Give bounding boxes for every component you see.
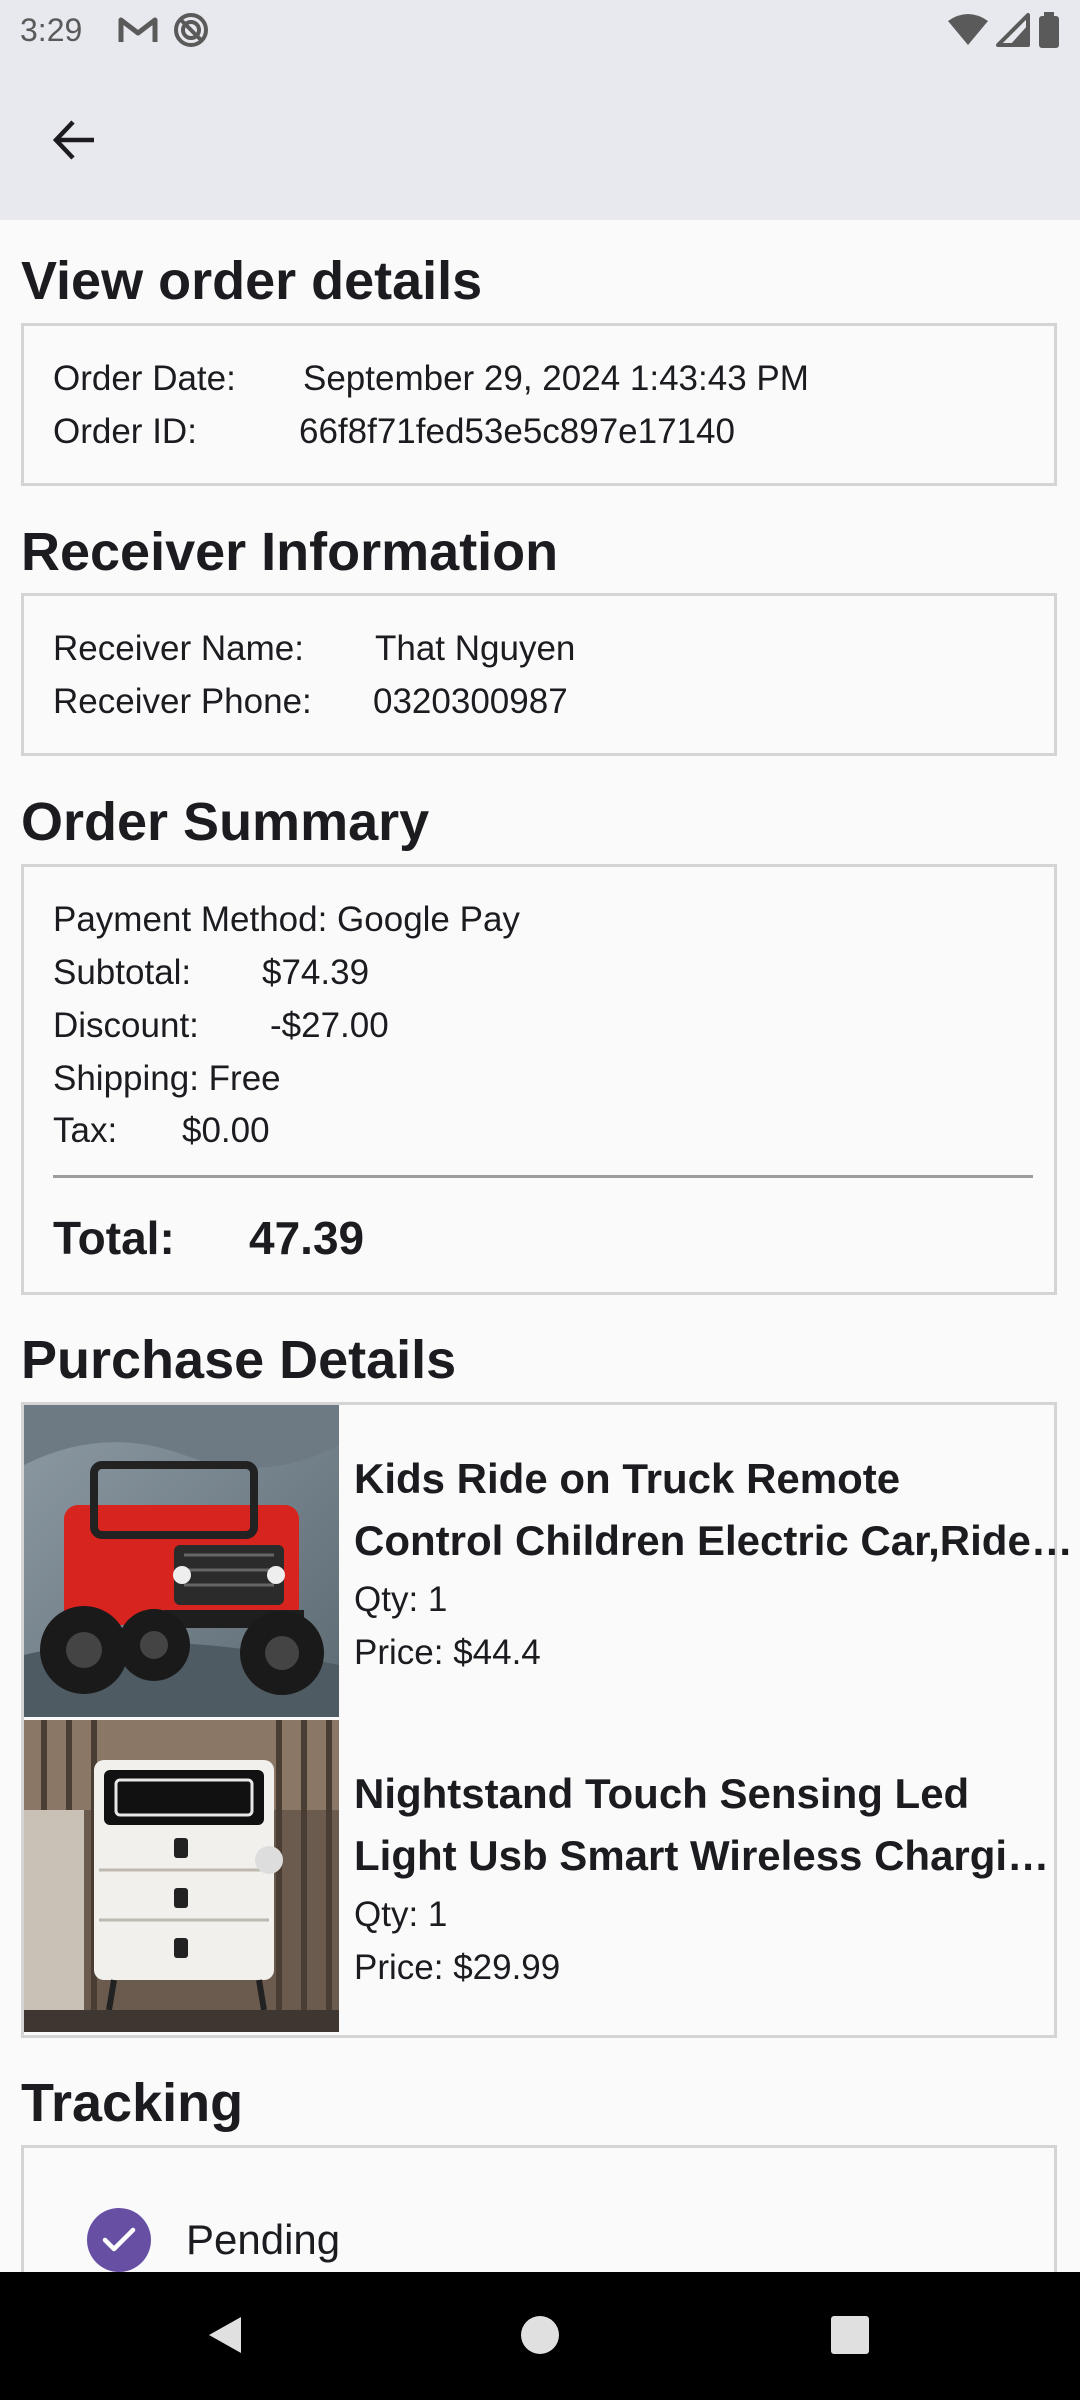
order-info-card: Order Date: September 29, 2024 1:43:43 P…	[21, 323, 1057, 486]
order-date-row: Order Date: September 29, 2024 1:43:43 P…	[53, 359, 809, 398]
nav-recents-icon	[828, 2313, 872, 2362]
order-id-row: Order ID: 66f8f71fed53e5c897e17140	[53, 412, 735, 451]
discount-value: -$27.00	[270, 1006, 389, 1045]
subtotal-value: $74.39	[262, 953, 370, 992]
product-title-line-1: Kids Ride on Truck Remote	[354, 1455, 901, 1502]
wifi-icon	[948, 13, 988, 52]
shipping-row: Shipping: Free	[53, 1059, 281, 1098]
do-not-disturb-icon	[172, 11, 210, 54]
order-details-title: View order details	[21, 251, 483, 311]
payment-method: Payment Method: Google Pay	[53, 900, 520, 939]
product-price: Price: $29.99	[354, 1948, 561, 1987]
product-title-line-2: Light Usb Smart Wireless Charging Bedsid…	[354, 1832, 1074, 1879]
order-id-label: Order ID:	[53, 412, 197, 451]
product-image-ride-on-truck	[24, 1405, 339, 1717]
total-label: Total:	[53, 1212, 175, 1264]
product-title[interactable]: Nightstand Touch Sensing Led Light Usb S…	[354, 1763, 1074, 1887]
purchase-details-title: Purchase Details	[21, 1330, 457, 1390]
nav-home-icon	[518, 2313, 562, 2362]
product-qty: Qty: 1	[354, 1895, 448, 1934]
tax-value: $0.00	[182, 1111, 270, 1150]
order-id-value: 66f8f71fed53e5c897e17140	[299, 412, 735, 451]
receiver-name-row: Receiver Name: That Nguyen	[53, 629, 575, 668]
product-qty: Qty: 1	[354, 1580, 448, 1619]
purchase-details-card: Kids Ride on Truck Remote Control Childr…	[21, 1402, 1074, 2038]
tax-label: Tax:	[53, 1111, 118, 1150]
nav-home-button[interactable]	[505, 2302, 575, 2372]
product-price: Price: $44.4	[354, 1633, 541, 1672]
back-button[interactable]	[36, 104, 112, 180]
total-row: Total: 47.39	[53, 1212, 364, 1264]
receiver-name-value: That Nguyen	[375, 629, 576, 668]
gmail-icon	[118, 14, 158, 51]
product-image-nightstand	[24, 1720, 339, 2032]
receiver-info-card: Receiver Name: That Nguyen Receiver Phon…	[21, 593, 1057, 756]
tracking-title: Tracking	[21, 2073, 244, 2133]
receiver-info-title: Receiver Information	[21, 522, 559, 582]
app-bar	[0, 64, 1080, 220]
receiver-name-label: Receiver Name:	[53, 629, 304, 668]
total-value: 47.39	[249, 1212, 365, 1264]
receiver-phone-value: 0320300987	[373, 682, 568, 721]
nav-back-icon	[203, 2313, 247, 2362]
summary-divider	[53, 1175, 1033, 1178]
discount-label: Discount:	[53, 1006, 199, 1045]
discount-row: Discount: -$27.00	[53, 1006, 389, 1045]
nav-back-button[interactable]	[190, 2302, 260, 2372]
nav-recents-button[interactable]	[815, 2302, 885, 2372]
subtotal-label: Subtotal:	[53, 953, 192, 992]
check-icon	[87, 2208, 151, 2272]
tracking-step-label: Pending	[186, 2216, 341, 2263]
status-time: 3:29	[20, 12, 83, 48]
order-summary-title: Order Summary	[21, 792, 430, 852]
product-title-line-2: Control Children Electric Car,Ride On Tr…	[354, 1517, 1074, 1564]
product-title-line-1: Nightstand Touch Sensing Led	[354, 1770, 970, 1817]
receiver-phone-row: Receiver Phone: 0320300987	[53, 682, 568, 721]
status-notification-icons	[118, 12, 210, 52]
product-title[interactable]: Kids Ride on Truck Remote Control Childr…	[354, 1448, 1074, 1572]
order-date-value: September 29, 2024 1:43:43 PM	[303, 359, 809, 398]
system-nav-bar	[0, 2272, 1080, 2400]
status-bar: 3:29	[0, 0, 1080, 64]
subtotal-row: Subtotal: $74.39	[53, 953, 369, 992]
receiver-phone-label: Receiver Phone:	[53, 682, 312, 721]
order-details-content[interactable]: View order details Order Date: September…	[0, 220, 1080, 2272]
status-system-icons	[948, 11, 1060, 53]
arrow-back-icon	[51, 117, 97, 168]
order-summary-card: Payment Method: Google Pay Subtotal: $74…	[21, 864, 1057, 1295]
tax-row: Tax: $0.00	[53, 1111, 270, 1150]
signal-icon	[996, 12, 1030, 52]
tracking-card: Pending	[21, 2145, 1057, 2272]
battery-icon	[1038, 11, 1060, 53]
order-date-label: Order Date:	[53, 359, 236, 398]
